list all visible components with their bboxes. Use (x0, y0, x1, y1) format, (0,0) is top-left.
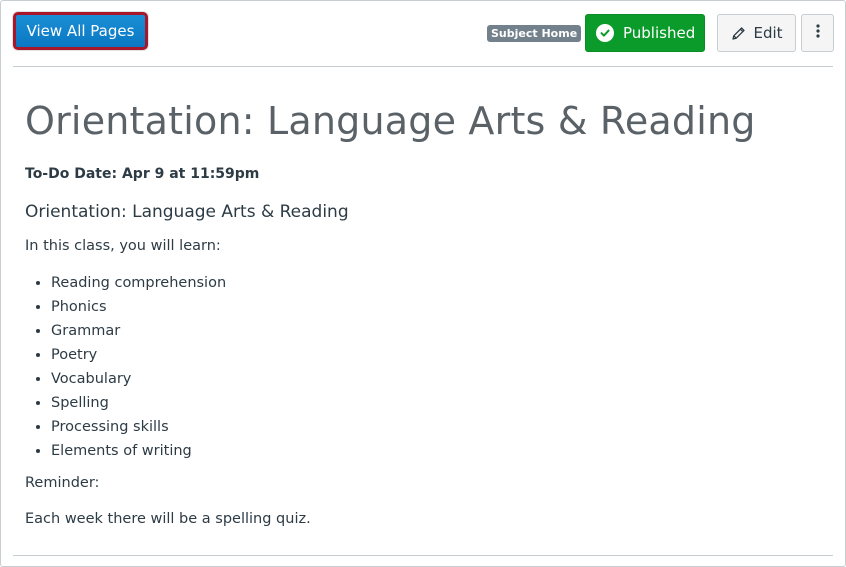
kebab-menu-icon (815, 23, 820, 43)
list-item: Processing skills (51, 415, 821, 439)
list-item: Vocabulary (51, 367, 821, 391)
page-content: Orientation: Language Arts & Reading To-… (25, 67, 821, 529)
topics-list: Reading comprehension Phonics Grammar Po… (25, 271, 821, 463)
list-item: Spelling (51, 391, 821, 415)
check-circle-icon (596, 24, 614, 42)
pencil-icon (730, 25, 747, 42)
edit-label: Edit (753, 24, 783, 42)
wiki-page-frame: View All Pages Subject Home Published Ed… (0, 0, 846, 567)
bottom-divider (13, 555, 833, 556)
more-options-button[interactable] (801, 14, 834, 52)
page-subheading: Orientation: Language Arts & Reading (25, 202, 349, 222)
reminder-label: Reminder: (25, 475, 100, 491)
view-all-pages-button[interactable]: View All Pages (13, 12, 148, 50)
published-button[interactable]: Published (585, 14, 705, 52)
published-label: Published (623, 24, 696, 42)
list-item: Phonics (51, 295, 821, 319)
list-item: Elements of writing (51, 439, 821, 463)
page-toolbar: View All Pages Subject Home Published Ed… (13, 1, 834, 67)
list-item: Grammar (51, 319, 821, 343)
list-item: Poetry (51, 343, 821, 367)
page-title: Orientation: Language Arts & Reading (25, 99, 756, 143)
list-item: Reading comprehension (51, 271, 821, 295)
reminder-text: Each week there will be a spelling quiz. (25, 511, 311, 527)
intro-text: In this class, you will learn: (25, 238, 221, 254)
edit-button[interactable]: Edit (717, 14, 796, 52)
todo-date: To-Do Date: Apr 9 at 11:59pm (25, 166, 260, 182)
subject-home-badge: Subject Home (487, 25, 582, 42)
